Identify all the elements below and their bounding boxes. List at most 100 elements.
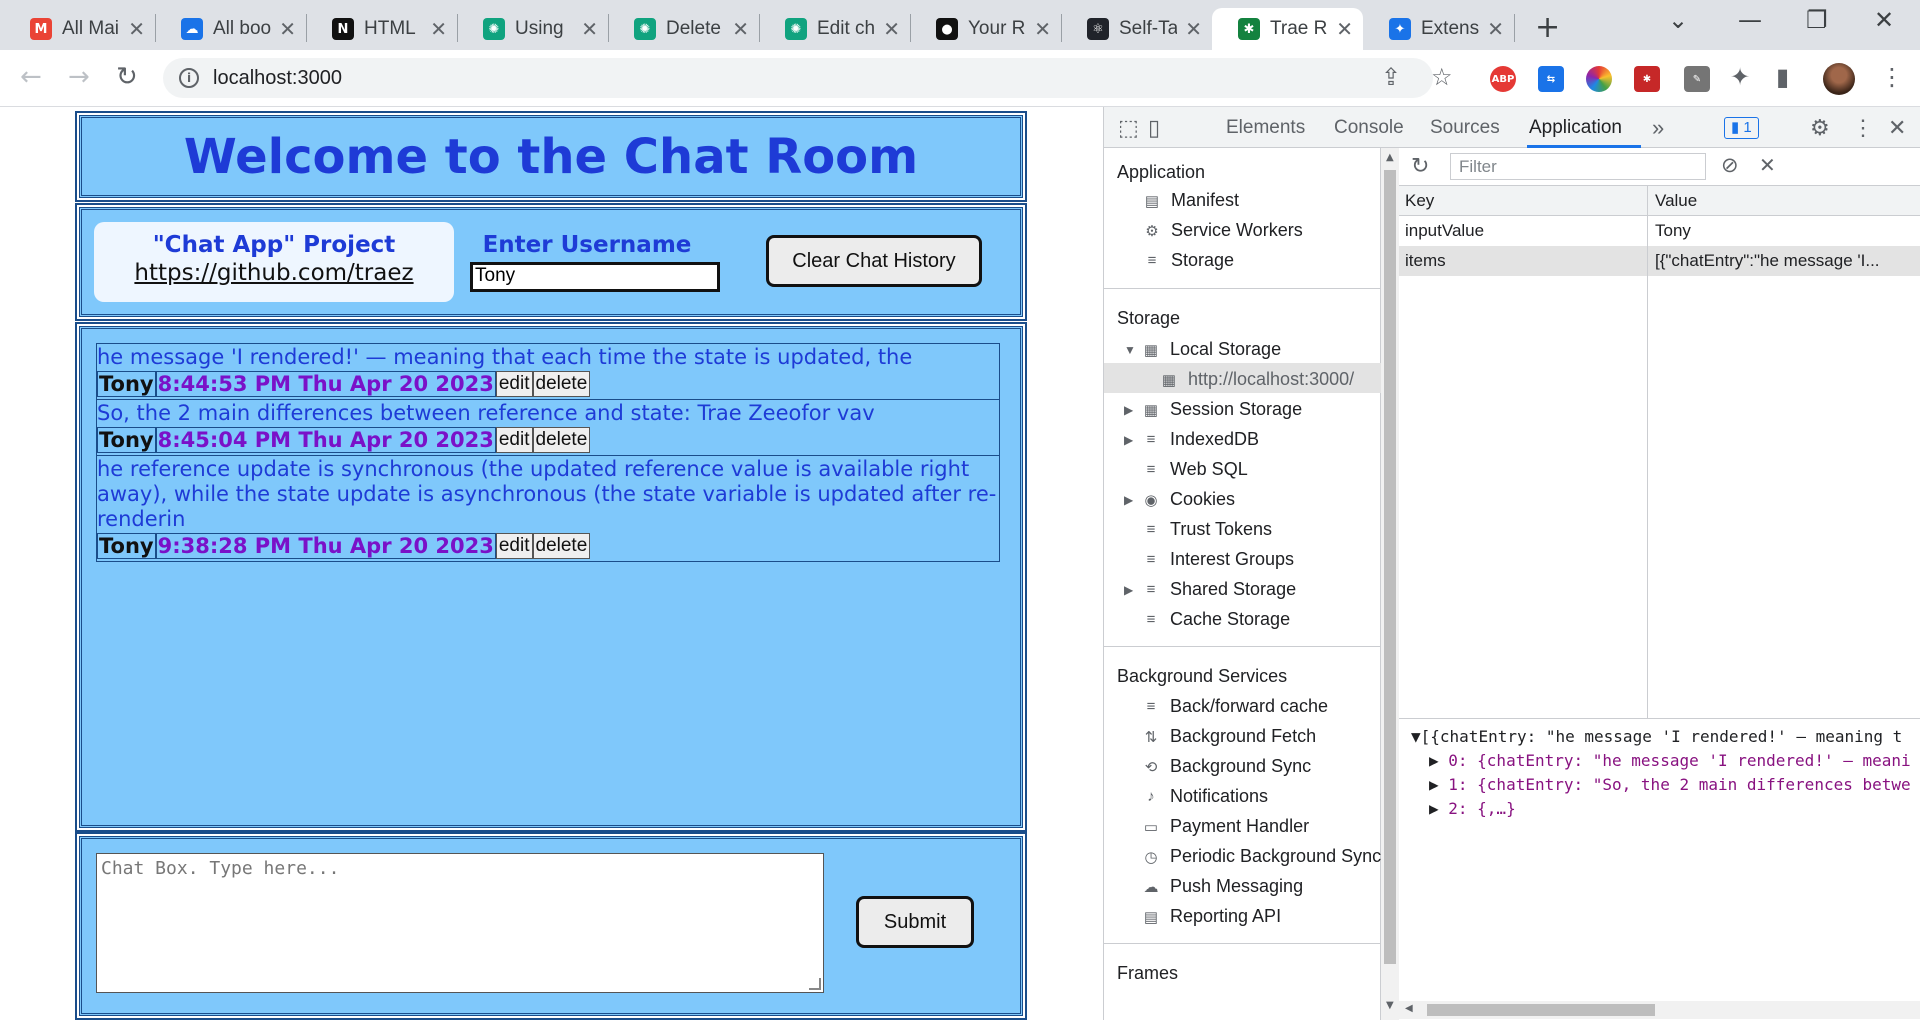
share-icon[interactable]: ⇪ bbox=[1381, 63, 1401, 91]
close-tab-icon[interactable]: ✕ bbox=[1034, 17, 1051, 41]
restore-icon[interactable]: ❐ bbox=[1806, 6, 1828, 34]
horizontal-scroll-thumb[interactable] bbox=[1427, 1004, 1655, 1016]
tab-console[interactable]: Console bbox=[1334, 117, 1404, 139]
browser-tab[interactable]: ✺ Delete ✕ bbox=[608, 8, 759, 50]
collapsed-arrow-icon[interactable]: ▶ bbox=[1124, 403, 1138, 417]
value-header[interactable]: Value bbox=[1647, 191, 1920, 211]
expanded-arrow-icon[interactable]: ▼ bbox=[1124, 343, 1138, 357]
address-bar[interactable]: i localhost:3000 bbox=[163, 58, 1433, 98]
menu-kebab-icon[interactable]: ⋮ bbox=[1880, 63, 1904, 91]
browser-tab[interactable]: ✺ Using ✕ bbox=[457, 8, 608, 50]
minimize-icon[interactable]: — bbox=[1738, 6, 1762, 34]
issues-badge[interactable]: ▮ 1 bbox=[1724, 117, 1759, 139]
close-tab-icon[interactable]: ✕ bbox=[430, 17, 447, 41]
tab-search-icon[interactable]: ⌄ bbox=[1668, 6, 1688, 34]
sidebar-item-push-messaging[interactable]: ☁ Push Messaging bbox=[1142, 876, 1304, 897]
sidebar-item-indexeddb[interactable]: ▶ ≡ IndexedDB bbox=[1124, 429, 1259, 450]
close-tab-icon[interactable]: ✕ bbox=[883, 17, 900, 41]
collapsed-arrow-icon[interactable]: ▶ bbox=[1124, 433, 1138, 447]
scroll-left-arrow-icon[interactable]: ◀ bbox=[1405, 1003, 1413, 1014]
sidebar-item-interest-groups[interactable]: ≡ Interest Groups bbox=[1142, 549, 1294, 570]
table-row[interactable]: items [{"chatEntry":"he message 'I... bbox=[1399, 246, 1920, 276]
tab-elements[interactable]: Elements bbox=[1226, 117, 1305, 139]
sidebar-item-trust-tokens[interactable]: ≡ Trust Tokens bbox=[1142, 519, 1272, 540]
close-tab-icon[interactable]: ✕ bbox=[1185, 17, 1202, 41]
browser-tab[interactable]: ✦ Extensi ✕ bbox=[1363, 8, 1514, 50]
back-icon[interactable]: ← bbox=[20, 62, 42, 92]
table-row[interactable]: inputValue Tony bbox=[1399, 216, 1920, 246]
browser-tab[interactable]: ✺ Edit ch ✕ bbox=[759, 8, 910, 50]
device-toolbar-icon[interactable]: ▯ bbox=[1148, 115, 1160, 141]
adblock-icon[interactable]: ABP bbox=[1490, 66, 1516, 92]
reload-icon[interactable]: ↻ bbox=[116, 62, 138, 92]
edit-button[interactable]: edit bbox=[495, 371, 533, 397]
close-window-icon[interactable]: ✕ bbox=[1874, 6, 1894, 34]
sidebar-item-local-storage[interactable]: ▼ ▦ Local Storage bbox=[1124, 339, 1281, 360]
clear-chat-history-button[interactable]: Clear Chat History bbox=[766, 235, 982, 287]
scroll-down-arrow-icon[interactable]: ▼ bbox=[1386, 1000, 1394, 1011]
inspect-element-icon[interactable]: ⬚ bbox=[1118, 115, 1139, 141]
profile-avatar[interactable] bbox=[1823, 63, 1855, 95]
tab-application[interactable]: Application bbox=[1529, 117, 1622, 139]
color-extension-icon[interactable] bbox=[1586, 66, 1612, 92]
delete-selected-icon[interactable]: ✕ bbox=[1759, 153, 1776, 178]
sidebar-item-cookies[interactable]: ▶ ◉ Cookies bbox=[1124, 489, 1235, 510]
refresh-icon[interactable]: ↻ bbox=[1411, 153, 1429, 179]
sidebar-item-web-sql[interactable]: ≡ Web SQL bbox=[1142, 459, 1248, 480]
side-panel-icon[interactable]: ▮ bbox=[1776, 63, 1789, 91]
sidebar-item-shared-storage[interactable]: ▶ ≡ Shared Storage bbox=[1124, 579, 1296, 600]
column-divider[interactable] bbox=[1647, 186, 1648, 719]
devtools-menu-icon[interactable]: ⋮ bbox=[1852, 115, 1874, 141]
tab-sources[interactable]: Sources bbox=[1430, 117, 1500, 139]
new-tab-button[interactable]: + bbox=[1535, 10, 1560, 45]
preview-item[interactable]: ▶ 0: {chatEntry: "he message 'I rendered… bbox=[1429, 751, 1911, 770]
settings-gear-icon[interactable]: ⚙ bbox=[1810, 115, 1830, 141]
close-tab-icon[interactable]: ✕ bbox=[279, 17, 296, 41]
sidebar-scrollbar[interactable]: ▲ ▼ bbox=[1381, 148, 1399, 1020]
scroll-up-arrow-icon[interactable]: ▲ bbox=[1386, 152, 1394, 163]
delete-button[interactable]: delete bbox=[532, 371, 591, 397]
close-tab-icon[interactable]: ✕ bbox=[581, 17, 598, 41]
browser-tab[interactable]: ● Your R ✕ bbox=[910, 8, 1061, 50]
extensions-puzzle-icon[interactable]: ✦ bbox=[1730, 63, 1750, 91]
sidebar-item-manifest[interactable]: ▤ Manifest bbox=[1143, 190, 1239, 211]
filter-input[interactable]: Filter bbox=[1450, 153, 1706, 180]
sidebar-item-notifications[interactable]: ♪ Notifications bbox=[1142, 786, 1268, 807]
browser-tab[interactable]: M All Mai ✕ bbox=[4, 8, 155, 50]
browser-tab[interactable]: ⚛ Self-Ta ✕ bbox=[1061, 8, 1212, 50]
browser-tab[interactable]: ☁ All boo ✕ bbox=[155, 8, 306, 50]
clear-all-icon[interactable]: ⊘ bbox=[1721, 153, 1739, 178]
sidebar-item-payment-handler[interactable]: ▭ Payment Handler bbox=[1142, 816, 1309, 837]
browser-tab[interactable]: ✱ Trae R ✕ bbox=[1212, 8, 1363, 50]
collapsed-arrow-icon[interactable]: ▶ bbox=[1124, 493, 1138, 507]
browser-tab[interactable]: N HTML ✕ bbox=[306, 8, 457, 50]
close-devtools-icon[interactable]: ✕ bbox=[1888, 115, 1906, 141]
close-tab-icon[interactable]: ✕ bbox=[732, 17, 749, 41]
delete-button[interactable]: delete bbox=[532, 427, 591, 453]
close-tab-icon[interactable]: ✕ bbox=[1487, 17, 1504, 41]
more-tabs-icon[interactable]: » bbox=[1652, 115, 1664, 141]
sidebar-item-service-workers[interactable]: ⚙ Service Workers bbox=[1143, 220, 1302, 241]
sidebar-item-cache-storage[interactable]: ≡ Cache Storage bbox=[1142, 609, 1290, 630]
edit-button[interactable]: edit bbox=[495, 533, 533, 559]
extension-icon[interactable]: ⇆ bbox=[1538, 66, 1564, 92]
preview-item[interactable]: ▶ 2: {,…} bbox=[1429, 799, 1516, 818]
preview-root[interactable]: ▼[{chatEntry: "he message 'I rendered!' … bbox=[1411, 727, 1902, 746]
submit-button[interactable]: Submit bbox=[856, 896, 974, 948]
sidebar-item-session-storage[interactable]: ▶ ▦ Session Storage bbox=[1124, 399, 1302, 420]
bookmark-star-icon[interactable]: ☆ bbox=[1431, 63, 1453, 91]
pen-extension-icon[interactable]: ✎ bbox=[1684, 66, 1710, 92]
horizontal-scrollbar[interactable]: ◀ bbox=[1399, 1001, 1920, 1019]
username-input[interactable]: Tony bbox=[470, 262, 720, 292]
close-tab-icon[interactable]: ✕ bbox=[1336, 17, 1353, 41]
delete-button[interactable]: delete bbox=[532, 533, 591, 559]
sidebar-item-reporting-api[interactable]: ▤ Reporting API bbox=[1142, 906, 1281, 927]
resize-handle-icon[interactable] bbox=[809, 978, 821, 990]
close-tab-icon[interactable]: ✕ bbox=[128, 17, 145, 41]
bug-extension-icon[interactable]: ✱ bbox=[1634, 66, 1660, 92]
project-link[interactable]: https://github.com/traez bbox=[94, 260, 454, 286]
sidebar-item-storage[interactable]: ≡ Storage bbox=[1143, 250, 1234, 271]
preview-item[interactable]: ▶ 1: {chatEntry: "So, the 2 main differe… bbox=[1429, 775, 1911, 794]
site-info-icon[interactable]: i bbox=[179, 68, 199, 88]
sidebar-item-periodic-sync[interactable]: ◷ Periodic Background Sync bbox=[1142, 846, 1381, 867]
